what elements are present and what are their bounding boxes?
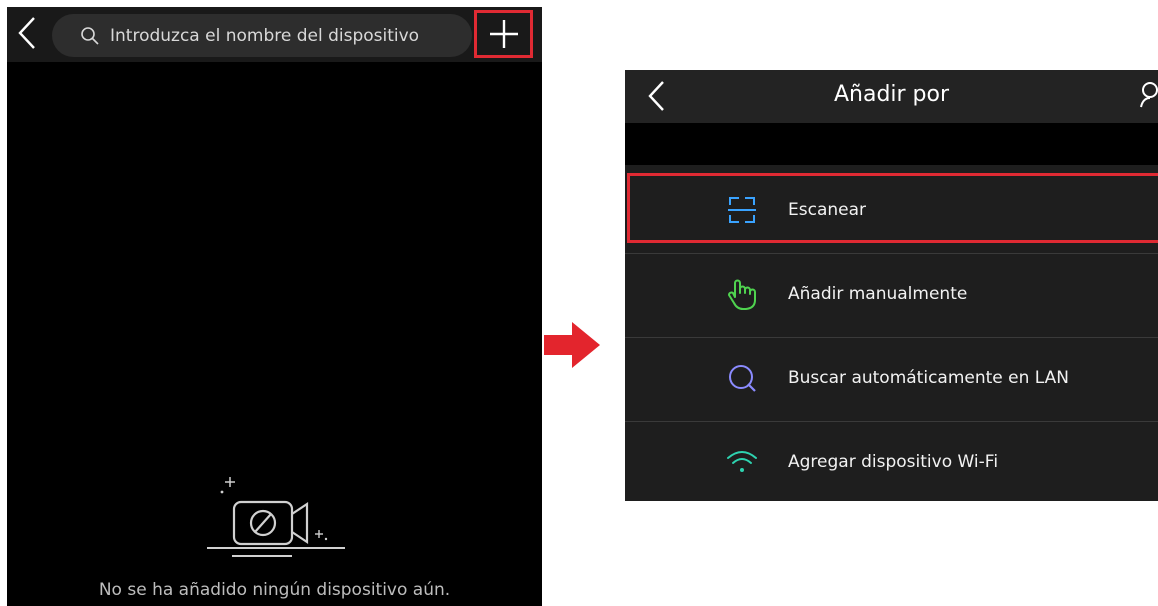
top-bar: Introduzca el nombre del dispositivo (7, 7, 542, 62)
menu-item-wifi[interactable]: Agregar dispositivo Wi-Fi (625, 422, 1158, 501)
add-method-list: Escanear Añadir manualmente Buscar autom… (625, 170, 1158, 501)
camera-disabled-icon (207, 477, 345, 557)
wifi-icon (725, 445, 759, 479)
search-icon (80, 26, 100, 46)
page-title: Añadir por (833, 82, 950, 107)
add-device-screen: Añadir por Escanear Añadir manualmente B… (625, 70, 1158, 501)
chevron-left-icon (18, 17, 35, 49)
menu-item-label: Buscar automáticamente en LAN (788, 368, 1070, 388)
arrow-right-icon (544, 322, 600, 368)
menu-item-scan[interactable]: Escanear (625, 170, 1158, 254)
menu-item-lan-search[interactable]: Buscar automáticamente en LAN (625, 338, 1158, 422)
magnifier-circle-icon (725, 361, 759, 395)
add-device-button[interactable] (474, 10, 533, 58)
device-list-screen: Introduzca el nombre del dispositivo No … (7, 7, 542, 606)
hand-pointer-icon (725, 277, 759, 311)
search-bar[interactable]: Introduzca el nombre del dispositivo (52, 14, 472, 57)
menu-item-label: Escanear (788, 200, 867, 220)
empty-state-message: No se ha añadido ningún dispositivo aún. (98, 580, 451, 600)
person-icon[interactable] (1137, 80, 1158, 108)
back-button[interactable] (9, 13, 45, 53)
menu-item-manual[interactable]: Añadir manualmente (625, 254, 1158, 338)
menu-item-label: Añadir manualmente (788, 284, 968, 304)
top-bar: Añadir por (625, 70, 1158, 123)
scan-icon (725, 193, 759, 227)
plus-icon (489, 20, 518, 48)
search-input[interactable]: Introduzca el nombre del dispositivo (110, 26, 419, 46)
menu-item-label: Agregar dispositivo Wi-Fi (788, 452, 999, 472)
header-spacer (625, 123, 1158, 165)
